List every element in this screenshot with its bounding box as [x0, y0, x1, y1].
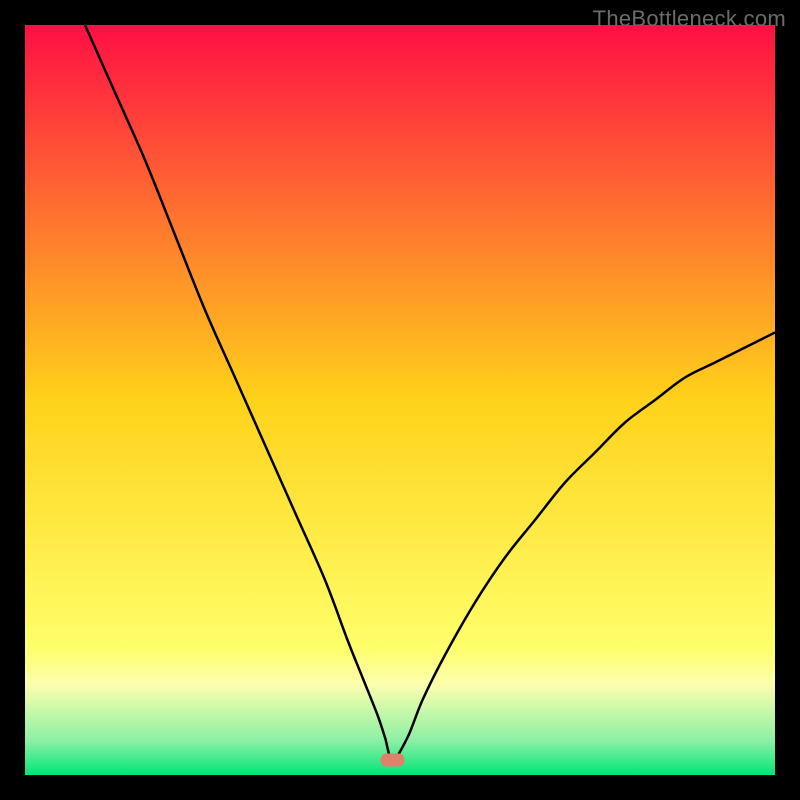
- chart-background: [25, 25, 775, 775]
- watermark-text: TheBottleneck.com: [593, 6, 786, 32]
- chart-svg: [25, 25, 775, 775]
- chart-frame: TheBottleneck.com: [0, 0, 800, 800]
- plot-area: [25, 25, 775, 775]
- minimum-marker: [381, 754, 405, 767]
